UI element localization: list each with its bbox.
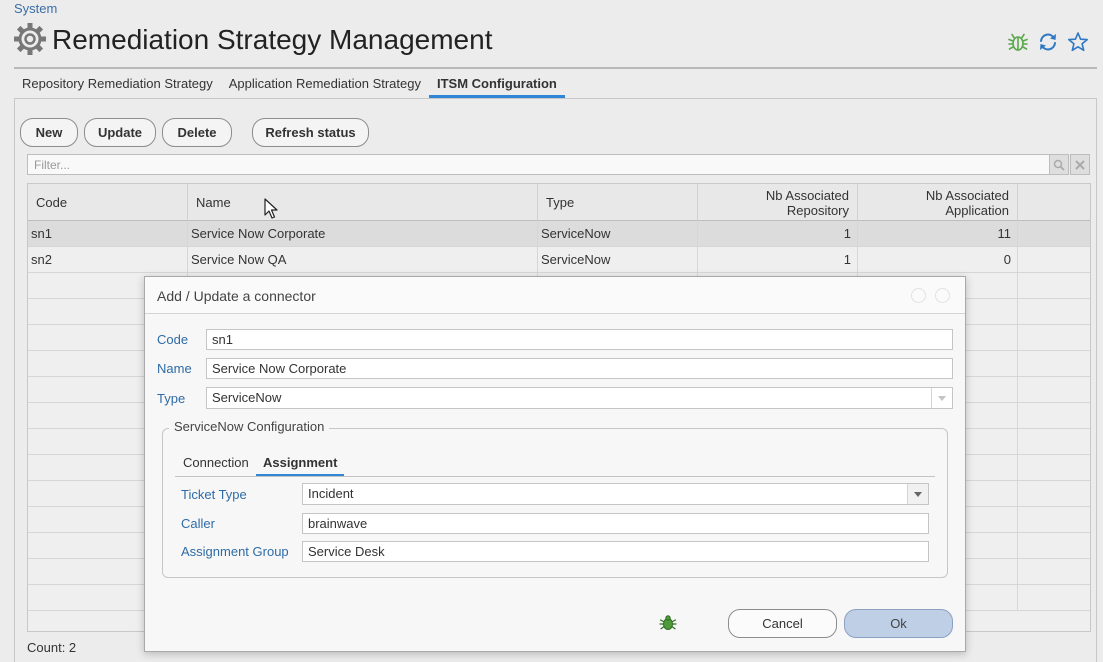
bug-icon[interactable] (1007, 31, 1029, 53)
dialog-maximize-button[interactable] (911, 288, 926, 303)
type-select-value: ServiceNow (212, 390, 282, 405)
cell-nb-repository: 1 (698, 247, 858, 273)
assignment-group-label: Assignment Group (181, 544, 289, 559)
ticket-type-select[interactable]: Incident (302, 483, 929, 505)
code-label: Code (157, 332, 189, 347)
filter-search-button[interactable] (1049, 154, 1069, 175)
main-tabs: Repository Remediation Strategy Applicat… (14, 76, 565, 98)
ticket-type-select-value: Incident (308, 486, 354, 501)
dialog-close-button[interactable] (935, 288, 950, 303)
cell-nb-application: 11 (858, 221, 1018, 247)
search-icon (1053, 159, 1065, 171)
mouse-cursor (264, 198, 278, 219)
name-field[interactable]: Service Now Corporate (206, 358, 953, 379)
column-header-code[interactable]: Code (28, 184, 188, 221)
tab-connection[interactable]: Connection (176, 455, 256, 477)
cancel-button[interactable]: Cancel (728, 609, 837, 638)
cell-nb-application: 0 (858, 247, 1018, 273)
record-count: Count: 2 (27, 640, 77, 655)
bug-icon[interactable] (659, 614, 677, 632)
filter-input[interactable] (27, 154, 1050, 175)
cell-code: sn1 (28, 221, 188, 247)
tab-itsm-configuration[interactable]: ITSM Configuration (429, 76, 565, 98)
refresh-status-button[interactable]: Refresh status (252, 118, 369, 147)
cell-nb-repository: 1 (698, 221, 858, 247)
cell-type: ServiceNow (538, 221, 698, 247)
caller-field[interactable]: brainwave (302, 513, 929, 534)
table-row[interactable]: sn1 Service Now Corporate ServiceNow 1 1… (28, 221, 1090, 247)
column-header-nb-repository-line2: Repository (786, 202, 849, 218)
star-icon[interactable] (1067, 31, 1089, 53)
chevron-down-icon (938, 395, 946, 401)
code-field[interactable]: sn1 (206, 329, 953, 350)
assignment-group-field[interactable]: Service Desk (302, 541, 929, 562)
breadcrumb[interactable]: System (14, 1, 57, 16)
filter-clear-button[interactable] (1070, 154, 1090, 175)
ticket-type-dropdown[interactable] (907, 484, 928, 504)
column-header-type[interactable]: Type (538, 184, 698, 221)
new-button[interactable]: New (20, 118, 78, 147)
column-header-nb-application-line1: Nb Associated (925, 187, 1009, 203)
tab-repository-remediation[interactable]: Repository Remediation Strategy (14, 76, 221, 98)
subtab-divider (175, 476, 935, 477)
cell-name: Service Now QA (188, 247, 538, 273)
close-icon (1075, 159, 1085, 170)
dialog-title: Add / Update a connector (157, 288, 316, 304)
cell-type: ServiceNow (538, 247, 698, 273)
table-row[interactable]: sn2 Service Now QA ServiceNow 1 0 (28, 247, 1090, 273)
dialog-header: Add / Update a connector (145, 277, 965, 314)
column-header-nb-application[interactable]: Nb Associated Application (858, 184, 1018, 221)
caller-label: Caller (181, 516, 215, 531)
type-select-dropdown[interactable] (931, 388, 952, 408)
gear-icon (14, 23, 46, 55)
type-select[interactable]: ServiceNow (206, 387, 953, 409)
refresh-icon[interactable] (1037, 31, 1059, 53)
cell-name: Service Now Corporate (188, 221, 538, 247)
cell-code: sn2 (28, 247, 188, 273)
column-header-nb-repository-line1: Nb Associated (765, 187, 849, 203)
chevron-down-icon (914, 491, 922, 497)
servicenow-config-legend: ServiceNow Configuration (169, 419, 330, 434)
tab-assignment[interactable]: Assignment (256, 455, 345, 477)
ok-button[interactable]: Ok (844, 609, 953, 638)
page-title: Remediation Strategy Management (52, 24, 493, 55)
delete-button[interactable]: Delete (162, 118, 232, 147)
ticket-type-label: Ticket Type (181, 487, 247, 502)
column-header-nb-repository[interactable]: Nb Associated Repository (698, 184, 858, 221)
update-button[interactable]: Update (84, 118, 156, 147)
type-label: Type (157, 391, 186, 406)
table-header: Code Name Type Nb Associated Repository N… (28, 184, 1090, 221)
tab-application-remediation[interactable]: Application Remediation Strategy (221, 76, 429, 98)
title-divider (14, 67, 1097, 69)
column-header-name[interactable]: Name (188, 184, 538, 221)
connector-dialog: Add / Update a connector Code sn1 Name S… (144, 276, 966, 652)
name-label: Name (157, 361, 192, 376)
column-header-nb-application-line2: Application (945, 202, 1009, 218)
